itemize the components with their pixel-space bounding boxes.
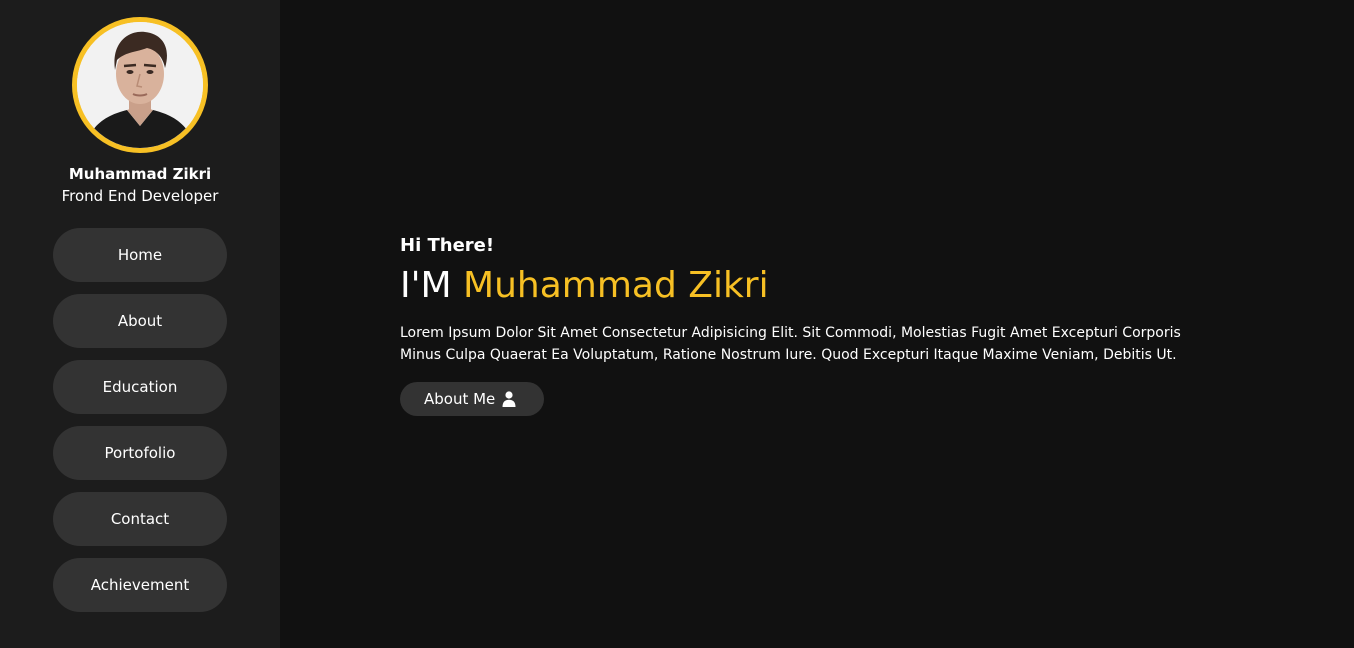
sidebar-nav: Home About Education Portofolio Contact … xyxy=(53,228,227,624)
hero-greeting: Hi There! xyxy=(400,235,495,256)
hero-headline-prefix: I'M xyxy=(400,265,464,306)
nav-item-achievement[interactable]: Achievement xyxy=(53,558,227,612)
nav-item-portofolio[interactable]: Portofolio xyxy=(53,426,227,480)
profile-photo xyxy=(77,22,203,148)
hero-bio: Lorem Ipsum Dolor Sit Amet Consectetur A… xyxy=(400,325,1181,363)
nav-item-home[interactable]: Home xyxy=(53,228,227,282)
hero-section: Hi There! I'M Muhammad Zikri Lorem Ipsum… xyxy=(400,0,1300,648)
sidebar: Muhammad Zikri Frond End Developer Home … xyxy=(0,0,280,648)
about-me-button-label: About Me xyxy=(424,390,496,408)
profile-name: Muhammad Zikri xyxy=(68,165,212,183)
nav-item-about[interactable]: About xyxy=(53,294,227,348)
nav-item-contact[interactable]: Contact xyxy=(53,492,227,546)
nav-item-education[interactable]: Education xyxy=(53,360,227,414)
avatar xyxy=(72,17,208,153)
hero-headline: I'M Muhammad Zikri xyxy=(400,264,769,308)
about-me-button[interactable]: About Me xyxy=(400,382,544,416)
hero-headline-name: Muhammad Zikri xyxy=(463,265,769,306)
user-icon xyxy=(502,391,516,407)
profile-role: Frond End Developer xyxy=(61,187,219,205)
